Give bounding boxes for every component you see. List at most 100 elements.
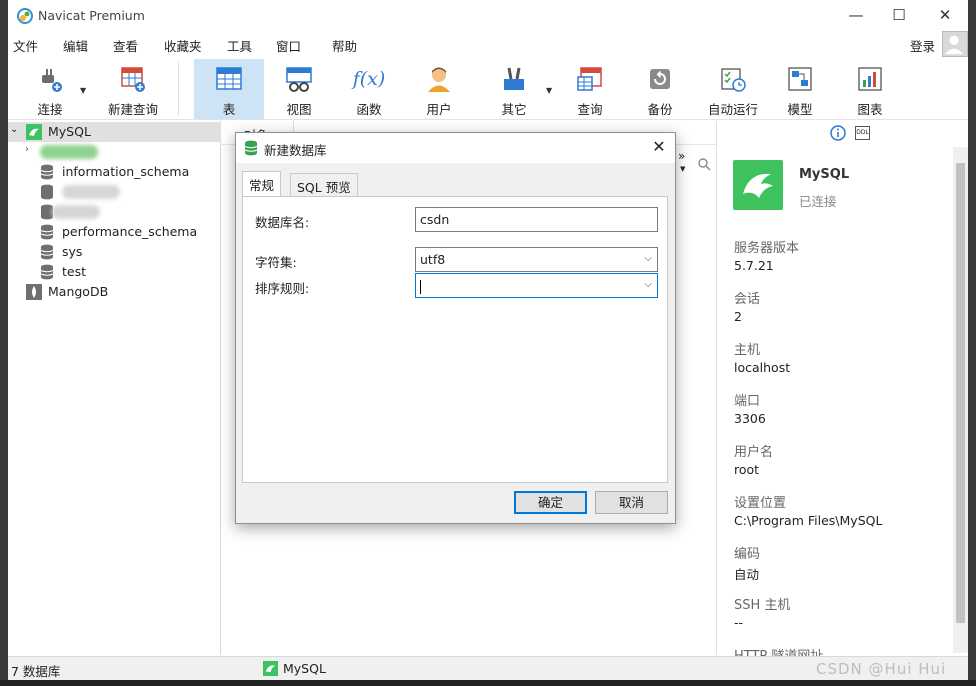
database-icon [244, 140, 258, 156]
tree-database-information-schema[interactable]: information_schema [8, 162, 221, 182]
toolbar-view-button[interactable]: 视图 [268, 59, 330, 119]
menu-view[interactable]: 查看 [113, 36, 138, 55]
dialog-title-bar: 新建数据库 ✕ [236, 133, 675, 163]
toolbar-schedule-button[interactable]: 自动运行 [698, 59, 768, 119]
info-key: 编码 [734, 547, 761, 562]
info-key: SSH 主机 [734, 598, 791, 613]
new-database-dialog: 新建数据库 ✕ 常规 SQL 预览 数据库名: csdn 字符集: utf8 ⌵… [235, 132, 676, 524]
info-value: -- [734, 615, 744, 630]
toolbar-label: 表 [222, 102, 236, 117]
table-icon [216, 67, 242, 90]
toolbar-query-button[interactable]: 查询 [560, 59, 620, 119]
toolbar-backup-button[interactable]: 备份 [630, 59, 690, 119]
redacted-label [62, 185, 120, 199]
toolbar-chart-button[interactable]: 图表 [840, 59, 900, 119]
desktop-right-edge [968, 0, 976, 686]
collation-select[interactable]: ⌵ [415, 273, 658, 298]
toolbar-new-query-button[interactable]: 新建查询 [96, 59, 170, 119]
charset-value: utf8 [420, 252, 446, 267]
desktop-left-edge [0, 0, 8, 686]
toolbar-label: 图表 [857, 102, 883, 117]
menu-bar: 文件 编辑 查看 收藏夹 工具 窗口 帮助 登录 [8, 32, 968, 56]
toolbar-function-button[interactable]: f(x) 函数 [338, 59, 400, 119]
toolbar-connect-button[interactable]: 连接 [22, 59, 78, 119]
menu-tools[interactable]: 工具 [227, 36, 252, 55]
tree-connection-mangodb[interactable]: MangoDB [8, 282, 221, 302]
scrollbar-thumb[interactable] [956, 163, 965, 623]
info-value: root [734, 462, 760, 477]
minimize-button[interactable]: — [836, 4, 876, 28]
ddl-icon[interactable]: DDL [855, 126, 870, 140]
watermark: CSDN @Hui Hui [816, 660, 947, 678]
charset-select[interactable]: utf8 ⌵ [415, 247, 658, 272]
tree-database-test[interactable]: test [8, 262, 221, 282]
close-button[interactable]: ✕ [925, 4, 965, 28]
chart-icon [858, 67, 882, 91]
db-name-input[interactable]: csdn [415, 207, 658, 232]
tree-database-redacted[interactable] [8, 202, 221, 222]
toolbar-table-button[interactable]: 表 [194, 59, 264, 119]
info-icon[interactable] [830, 125, 846, 141]
toolbar-other-button[interactable]: 其它 [484, 59, 544, 119]
toolbar-label: 模型 [787, 102, 813, 117]
navigation-tree: ⌄ MySQL › information_schema performance… [8, 121, 221, 655]
info-key: 设置位置 [734, 496, 787, 511]
connection-name: MySQL [799, 167, 850, 182]
tree-label: information_schema [62, 164, 190, 179]
cancel-button[interactable]: 取消 [595, 491, 668, 514]
menu-window[interactable]: 窗口 [276, 36, 301, 55]
tree-database-redacted[interactable] [8, 182, 221, 202]
backup-icon [650, 69, 670, 89]
close-icon[interactable]: ✕ [648, 137, 670, 156]
maximize-button[interactable]: ☐ [879, 4, 919, 28]
toolbar-user-button[interactable]: 用户 [408, 59, 470, 119]
chevron-right-icon[interactable]: › [25, 144, 29, 155]
new-query-icon [121, 67, 145, 92]
chevron-down-icon[interactable]: ▼ [80, 86, 86, 95]
navicat-logo-icon [17, 8, 33, 24]
avatar-icon[interactable] [942, 31, 968, 57]
toolbar-label: 查询 [577, 102, 603, 117]
info-panel-scrollbar[interactable] [953, 147, 968, 653]
schedule-icon [721, 68, 746, 92]
tree-label: sys [62, 244, 83, 259]
toolbar-label: 视图 [286, 102, 312, 117]
menu-edit[interactable]: 编辑 [63, 36, 88, 55]
tree-connection-mysql[interactable]: ⌄ MySQL [8, 122, 221, 142]
chevron-down-icon[interactable]: ▼ [680, 165, 685, 173]
plug-icon [42, 69, 62, 92]
database-icon [40, 224, 54, 240]
toolbar-label: 函数 [356, 102, 382, 117]
database-icon [40, 244, 54, 260]
info-value: 5.7.21 [734, 258, 774, 273]
chevron-down-icon[interactable]: ⌄ [10, 124, 18, 135]
menu-file[interactable]: 文件 [13, 36, 38, 55]
menu-favorites[interactable]: 收藏夹 [164, 36, 202, 55]
view-icon [286, 67, 312, 92]
toolbar-label: 用户 [426, 102, 452, 117]
menu-help[interactable]: 帮助 [332, 36, 357, 55]
tree-database-sys[interactable]: sys [8, 242, 221, 262]
main-toolbar: 连接 ▼ 新建查询 表 视图 f(x) 函数 用户 其它 ▼ 查询 备份 自动运… [8, 58, 968, 120]
database-icon [40, 164, 54, 180]
dialog-title: 新建数据库 [264, 143, 327, 158]
ok-button[interactable]: 确定 [514, 491, 587, 514]
toolbar-model-button[interactable]: 模型 [770, 59, 830, 119]
navicat-window: Navicat Premium — ☐ ✕ 文件 编辑 查看 收藏夹 工具 窗口… [8, 0, 968, 680]
chevron-right-icon[interactable]: » [678, 149, 685, 163]
function-icon: f(x) [352, 68, 386, 90]
login-link[interactable]: 登录 [910, 36, 935, 55]
chevron-down-icon[interactable]: ▼ [546, 86, 552, 95]
dialog-form: 数据库名: csdn 字符集: utf8 ⌵ 排序规则: ⌵ [242, 196, 668, 483]
toolbar-label: 备份 [647, 102, 673, 117]
tab-sql-preview[interactable]: SQL 预览 [290, 173, 358, 196]
collation-label: 排序规则: [255, 281, 310, 296]
tree-database-redacted[interactable]: › [8, 142, 221, 162]
database-count: 7 数据库 [11, 664, 61, 679]
mysql-connection-icon [263, 661, 278, 676]
tab-general[interactable]: 常规 [242, 171, 282, 197]
tree-database-performance-schema[interactable]: performance_schema [8, 222, 221, 242]
chevron-down-icon: ⌵ [644, 253, 652, 264]
search-icon[interactable] [698, 158, 711, 171]
toolbar-label: 连接 [37, 102, 63, 117]
